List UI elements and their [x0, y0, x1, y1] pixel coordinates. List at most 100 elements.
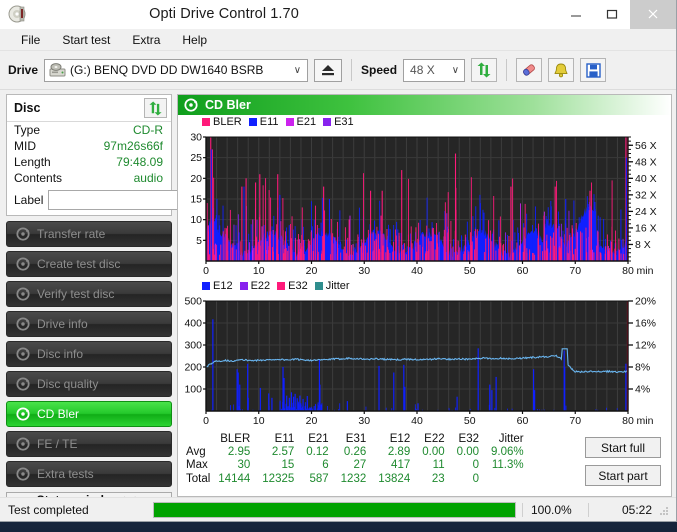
col-e12: E12	[389, 433, 411, 445]
svg-text:50: 50	[464, 415, 476, 427]
cell: 2.95	[227, 446, 251, 459]
svg-text:300: 300	[184, 340, 202, 352]
svg-text:56 X: 56 X	[635, 140, 657, 152]
sidebar-item-label: Create test disc	[37, 257, 121, 271]
eject-button[interactable]	[314, 58, 343, 82]
drive-icon	[49, 63, 66, 77]
sidebar-item-cd-bler[interactable]: CD Bler	[6, 401, 172, 427]
sidebar-item-extra-tests[interactable]: Extra tests	[6, 461, 172, 487]
menu-item-help[interactable]: Help	[171, 30, 218, 50]
sidebar-item-transfer-rate[interactable]: Transfer rate	[6, 221, 172, 247]
sidebar-item-label: FE / TE	[37, 437, 78, 451]
svg-text:16%: 16%	[635, 318, 656, 330]
progress-percent: 100.0%	[522, 502, 588, 517]
bler-plot: 5 10 15 20 25 30 0 10 20 30 40 50 60 70 80 min 8 X 16 X 24…	[190, 132, 657, 278]
close-button[interactable]	[630, 0, 676, 29]
erase-button[interactable]	[516, 58, 543, 82]
resize-grip-icon[interactable]	[658, 504, 670, 516]
svg-text:200: 200	[184, 362, 202, 374]
sidebar-item-create-test-disc[interactable]: Create test disc	[6, 251, 172, 277]
svg-text:24 X: 24 X	[635, 206, 657, 218]
col-e31: E31	[345, 433, 367, 445]
speed-select[interactable]: 48 X ∨	[403, 58, 466, 82]
svg-text:70: 70	[569, 415, 581, 427]
legend-swatch	[314, 282, 323, 290]
legend-label: E31	[334, 116, 354, 128]
refresh-button[interactable]	[471, 58, 498, 82]
disc-refresh-button[interactable]	[144, 98, 167, 118]
sidebar-item-verify-test-disc[interactable]: Verify test disc	[6, 281, 172, 307]
disc-icon	[16, 407, 30, 421]
toolbar-divider	[506, 59, 508, 81]
disc-info-key: Length	[14, 155, 51, 169]
start-full-button[interactable]: Start full	[585, 437, 661, 458]
maximize-button[interactable]	[594, 0, 630, 29]
svg-text:16 X: 16 X	[635, 222, 657, 234]
legend-label: E21	[296, 116, 317, 128]
menu-item-extra[interactable]: Extra	[121, 30, 171, 50]
svg-text:30: 30	[358, 265, 370, 277]
drive-select[interactable]: (G:) BENQ DVD DD DW1640 BSRB ∨	[44, 58, 309, 82]
drive-toolbar: Drive (G:) BENQ DVD DD DW1640 BSRB ∨ Spe…	[0, 51, 676, 90]
start-part-button[interactable]: Start part	[585, 465, 661, 486]
cell: 27	[353, 459, 367, 472]
bookmark-button[interactable]	[548, 58, 575, 82]
legend-swatch	[248, 118, 257, 126]
svg-text:70: 70	[569, 265, 581, 277]
svg-text:0: 0	[203, 265, 209, 277]
menu-item-start-test[interactable]: Start test	[51, 30, 121, 50]
row-label-max: Max	[186, 459, 208, 472]
menu-item-file[interactable]: File	[10, 30, 51, 50]
cell: 11.3%	[491, 459, 524, 472]
svg-text:50: 50	[464, 265, 476, 277]
disc-icon	[16, 347, 30, 361]
save-button[interactable]	[580, 58, 607, 82]
sidebar-item-label: Disc info	[37, 347, 84, 361]
cell: 12325	[262, 472, 295, 485]
sidebar-item-disc-info[interactable]: Disc info	[6, 341, 172, 367]
svg-text:60: 60	[517, 415, 529, 427]
eraser-icon	[523, 64, 535, 76]
disc-info-value: 79:48.09	[116, 155, 163, 169]
elapsed-time: 05:22	[588, 502, 658, 517]
minimize-button[interactable]	[558, 0, 594, 29]
svg-text:10: 10	[253, 415, 265, 427]
jitter-chart: E12 E22 E32 Jitter 100 200 300 400 500 0 10 20 3…	[178, 279, 671, 429]
cell: 6	[322, 459, 329, 472]
legend-entry-e31: E31	[323, 116, 354, 128]
disc-info-value: CD-R	[133, 123, 163, 137]
cell: 2.89	[387, 446, 411, 459]
sidebar-item-disc-quality[interactable]: Disc quality	[6, 371, 172, 397]
col-e32: E32	[458, 433, 480, 445]
sidebar-item-fe-te[interactable]: FE / TE	[6, 431, 172, 457]
disc-info-row-contents: Contents audio	[7, 170, 171, 186]
svg-text:5: 5	[196, 235, 202, 247]
cell: 0	[472, 472, 480, 485]
sidebar-item-label: CD Bler	[37, 407, 80, 421]
svg-text:4%: 4%	[635, 384, 650, 396]
cell	[485, 473, 530, 486]
svg-text:30: 30	[358, 415, 370, 427]
row-label-avg: Avg	[186, 446, 206, 459]
sidebar: Disc Type CD-R MID 97m26s66f Length 79:4…	[6, 94, 254, 508]
svg-text:400: 400	[184, 318, 202, 330]
table-row: Max 30 15 6 27 417 11 0 11.3%	[184, 459, 530, 472]
legend-entry-e32: E32	[277, 280, 308, 292]
panel-header: CD Bler	[178, 95, 671, 115]
legend-swatch	[202, 282, 210, 290]
legend-label: E32	[288, 280, 308, 292]
eject-icon	[322, 65, 335, 76]
chart-legend-top: BLER E11 E21 E31	[202, 116, 358, 128]
svg-text:32 X: 32 X	[635, 189, 657, 201]
sidebar-item-drive-info[interactable]: Drive info	[6, 311, 172, 337]
legend-swatch	[285, 118, 294, 126]
cell: 0	[472, 459, 480, 472]
disc-icon	[16, 287, 30, 301]
drive-label: Drive	[8, 63, 39, 77]
svg-text:20: 20	[306, 265, 318, 277]
svg-text:500: 500	[184, 296, 202, 308]
disc-label-key: Label	[14, 192, 44, 207]
chevron-down-icon: ∨	[451, 64, 460, 76]
main-panel: CD Bler BLER E11 E21 E31 5 10 15 20 25 30 0 10 2…	[177, 94, 672, 497]
disc-icon	[184, 98, 198, 112]
